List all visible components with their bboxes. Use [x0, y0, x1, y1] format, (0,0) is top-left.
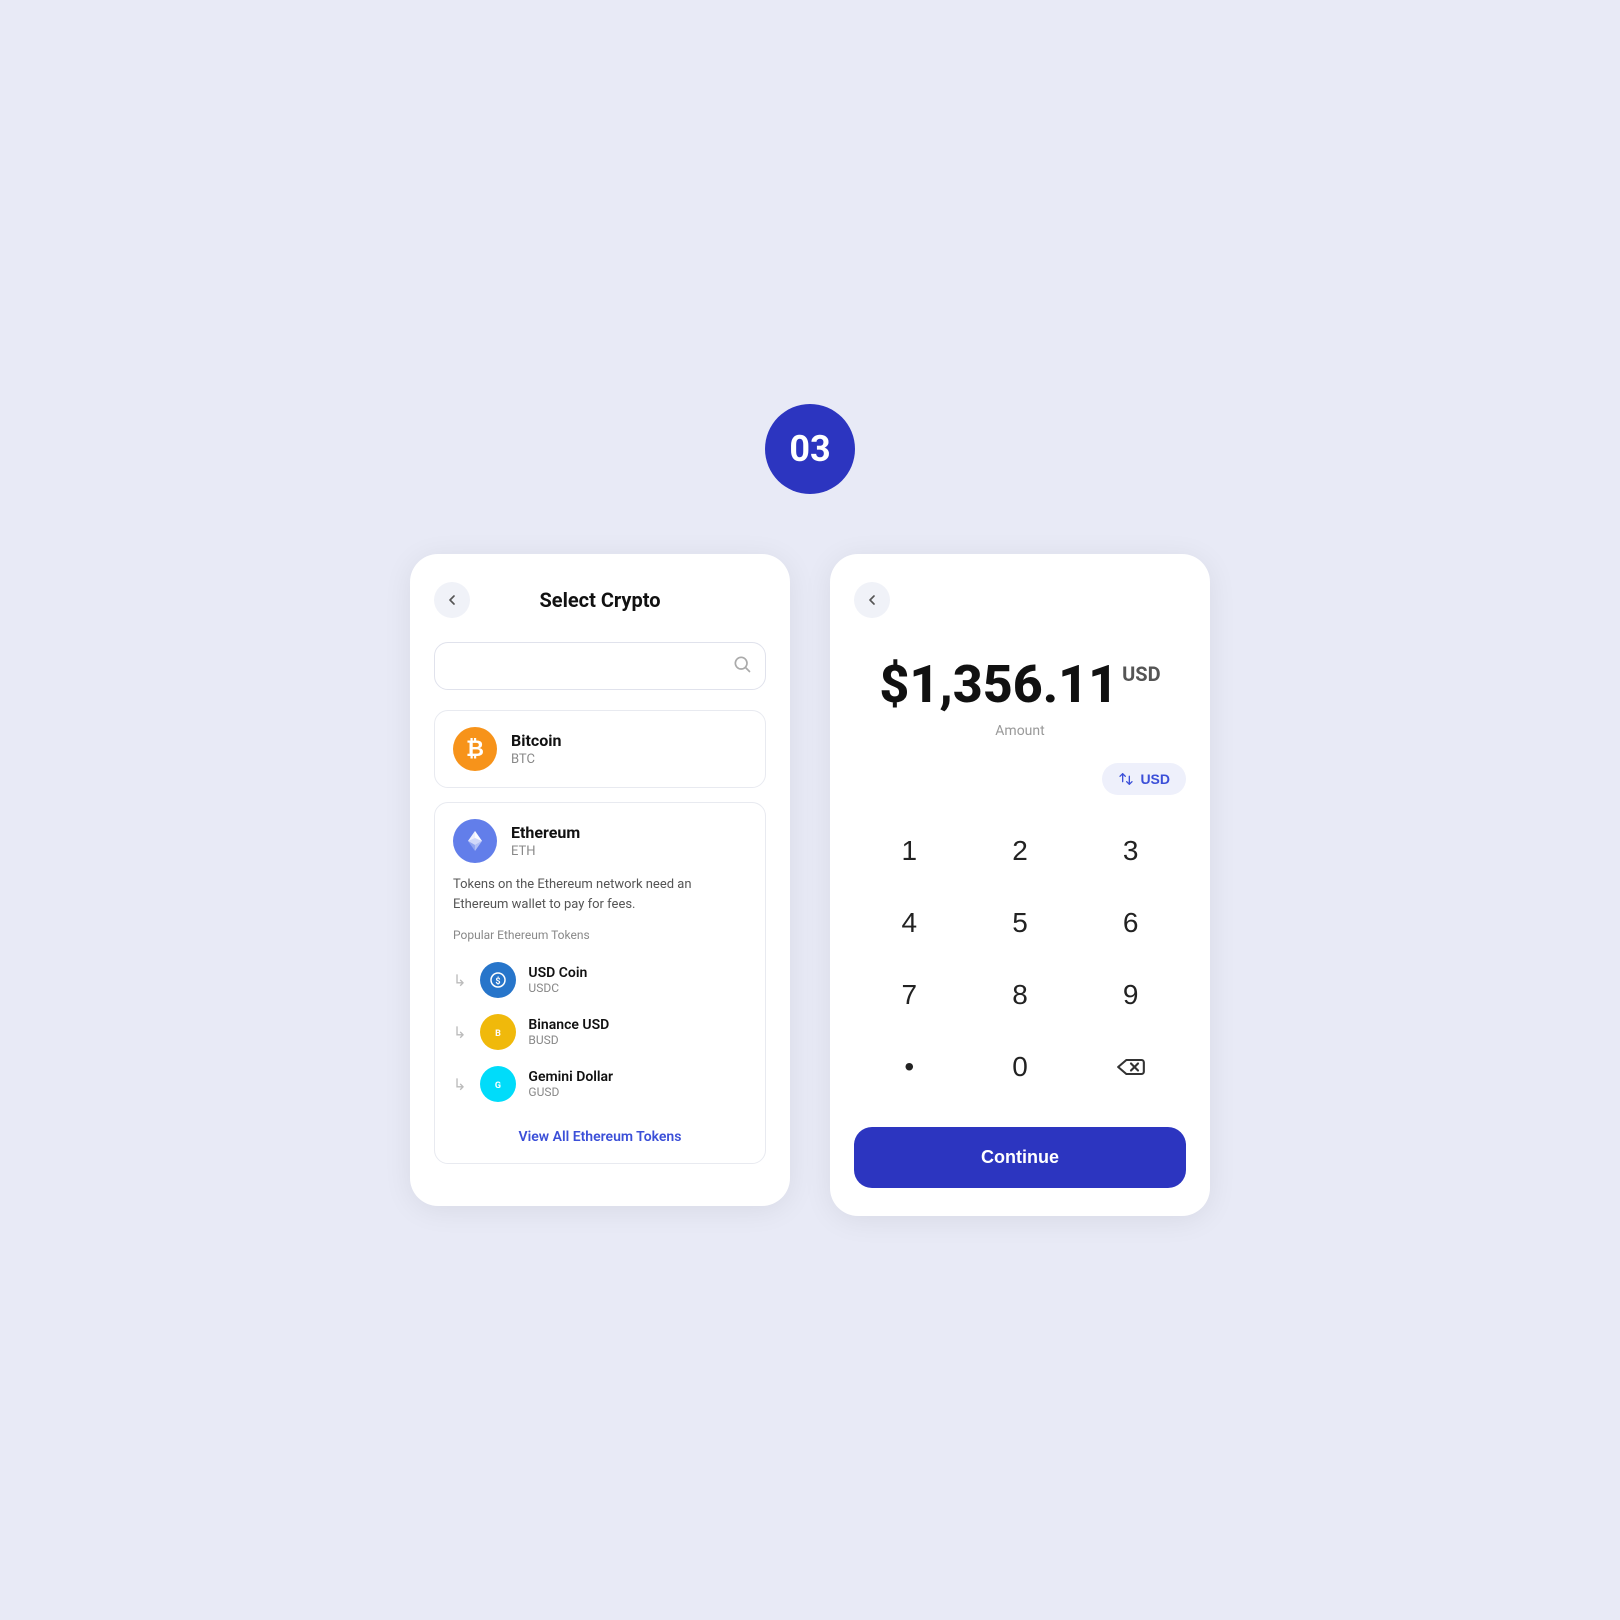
- right-back-button[interactable]: [854, 582, 890, 618]
- numpad-key-3[interactable]: 3: [1075, 815, 1186, 887]
- usdc-name: USD Coin: [528, 965, 587, 981]
- gusd-info: Gemini Dollar GUSD: [528, 1069, 613, 1099]
- ethereum-info: Ethereum ETH: [511, 823, 580, 859]
- numpad: 1 2 3 4 5 6 7 8 9 • 0: [854, 815, 1186, 1103]
- ethereum-expanded: Ethereum ETH Tokens on the Ethereum netw…: [434, 802, 766, 1164]
- bitcoin-name: Bitcoin: [511, 731, 561, 750]
- step-badge: 03: [765, 404, 855, 494]
- numpad-key-4[interactable]: 4: [854, 887, 965, 959]
- right-panel-header: [854, 582, 1186, 618]
- gusd-name: Gemini Dollar: [528, 1069, 613, 1085]
- numpad-key-delete[interactable]: [1075, 1031, 1186, 1103]
- panels-container: Select Crypto ₿ Bitcoin BTC: [410, 554, 1210, 1216]
- gusd-token-item[interactable]: ↳ G Gemini Dollar GUSD: [453, 1058, 747, 1110]
- select-crypto-panel: Select Crypto ₿ Bitcoin BTC: [410, 554, 790, 1206]
- svg-text:G: G: [495, 1081, 501, 1091]
- usdc-info: USD Coin USDC: [528, 965, 587, 995]
- left-panel-header: Select Crypto: [434, 582, 766, 618]
- ethereum-icon: [453, 819, 497, 863]
- numpad-key-6[interactable]: 6: [1075, 887, 1186, 959]
- bitcoin-item[interactable]: ₿ Bitcoin BTC: [434, 710, 766, 788]
- ethereum-symbol: ETH: [511, 844, 580, 859]
- bitcoin-symbol: BTC: [511, 752, 561, 767]
- amount-currency: USD: [1122, 662, 1161, 686]
- busd-info: Binance USD BUSD: [528, 1017, 609, 1047]
- gusd-symbol: GUSD: [528, 1085, 613, 1099]
- left-panel-title: Select Crypto: [539, 588, 660, 612]
- numpad-key-8[interactable]: 8: [965, 959, 1076, 1031]
- bitcoin-icon: ₿: [453, 727, 497, 771]
- continue-button[interactable]: Continue: [854, 1127, 1186, 1188]
- usdc-icon: $: [480, 962, 516, 998]
- search-icon: [732, 654, 752, 678]
- numpad-key-5[interactable]: 5: [965, 887, 1076, 959]
- amount-display: $1,356.11USD: [854, 654, 1186, 715]
- sub-arrow-usdc: ↳: [453, 971, 466, 990]
- popular-tokens-label: Popular Ethereum Tokens: [453, 928, 747, 942]
- numpad-key-9[interactable]: 9: [1075, 959, 1186, 1031]
- busd-symbol: BUSD: [528, 1033, 609, 1047]
- step-number: 03: [789, 428, 830, 470]
- bitcoin-info: Bitcoin BTC: [511, 731, 561, 767]
- busd-token-item[interactable]: ↳ B Binance USD BUSD: [453, 1006, 747, 1058]
- usdc-symbol: USDC: [528, 981, 587, 995]
- ethereum-name: Ethereum: [511, 823, 580, 842]
- currency-toggle-container: USD: [854, 763, 1186, 795]
- view-all-container: View All Ethereum Tokens: [453, 1126, 747, 1145]
- numpad-key-7[interactable]: 7: [854, 959, 965, 1031]
- view-all-link[interactable]: View All Ethereum Tokens: [519, 1129, 682, 1145]
- numpad-key-2[interactable]: 2: [965, 815, 1076, 887]
- numpad-key-dot[interactable]: •: [854, 1031, 965, 1103]
- currency-toggle-label: USD: [1140, 771, 1170, 787]
- amount-panel: $1,356.11USD Amount USD 1 2 3 4 5 6 7 8 …: [830, 554, 1210, 1216]
- ethereum-top[interactable]: Ethereum ETH: [453, 819, 747, 863]
- usdc-token-item[interactable]: ↳ $ USD Coin USDC: [453, 954, 747, 1006]
- amount-value-row: $1,356.11USD: [879, 654, 1160, 715]
- amount-number: $1,356.11: [879, 654, 1118, 715]
- svg-text:$: $: [496, 976, 501, 987]
- ethereum-description: Tokens on the Ethereum network need an E…: [453, 875, 747, 914]
- sub-arrow-busd: ↳: [453, 1023, 466, 1042]
- currency-toggle-button[interactable]: USD: [1102, 763, 1186, 795]
- numpad-key-0[interactable]: 0: [965, 1031, 1076, 1103]
- busd-name: Binance USD: [528, 1017, 609, 1033]
- search-input[interactable]: [434, 642, 766, 690]
- numpad-key-1[interactable]: 1: [854, 815, 965, 887]
- search-container: [434, 642, 766, 690]
- svg-text:B: B: [496, 1029, 502, 1039]
- sub-arrow-gusd: ↳: [453, 1075, 466, 1094]
- left-back-button[interactable]: [434, 582, 470, 618]
- gusd-icon: G: [480, 1066, 516, 1102]
- amount-label: Amount: [854, 723, 1186, 739]
- busd-icon: B: [480, 1014, 516, 1050]
